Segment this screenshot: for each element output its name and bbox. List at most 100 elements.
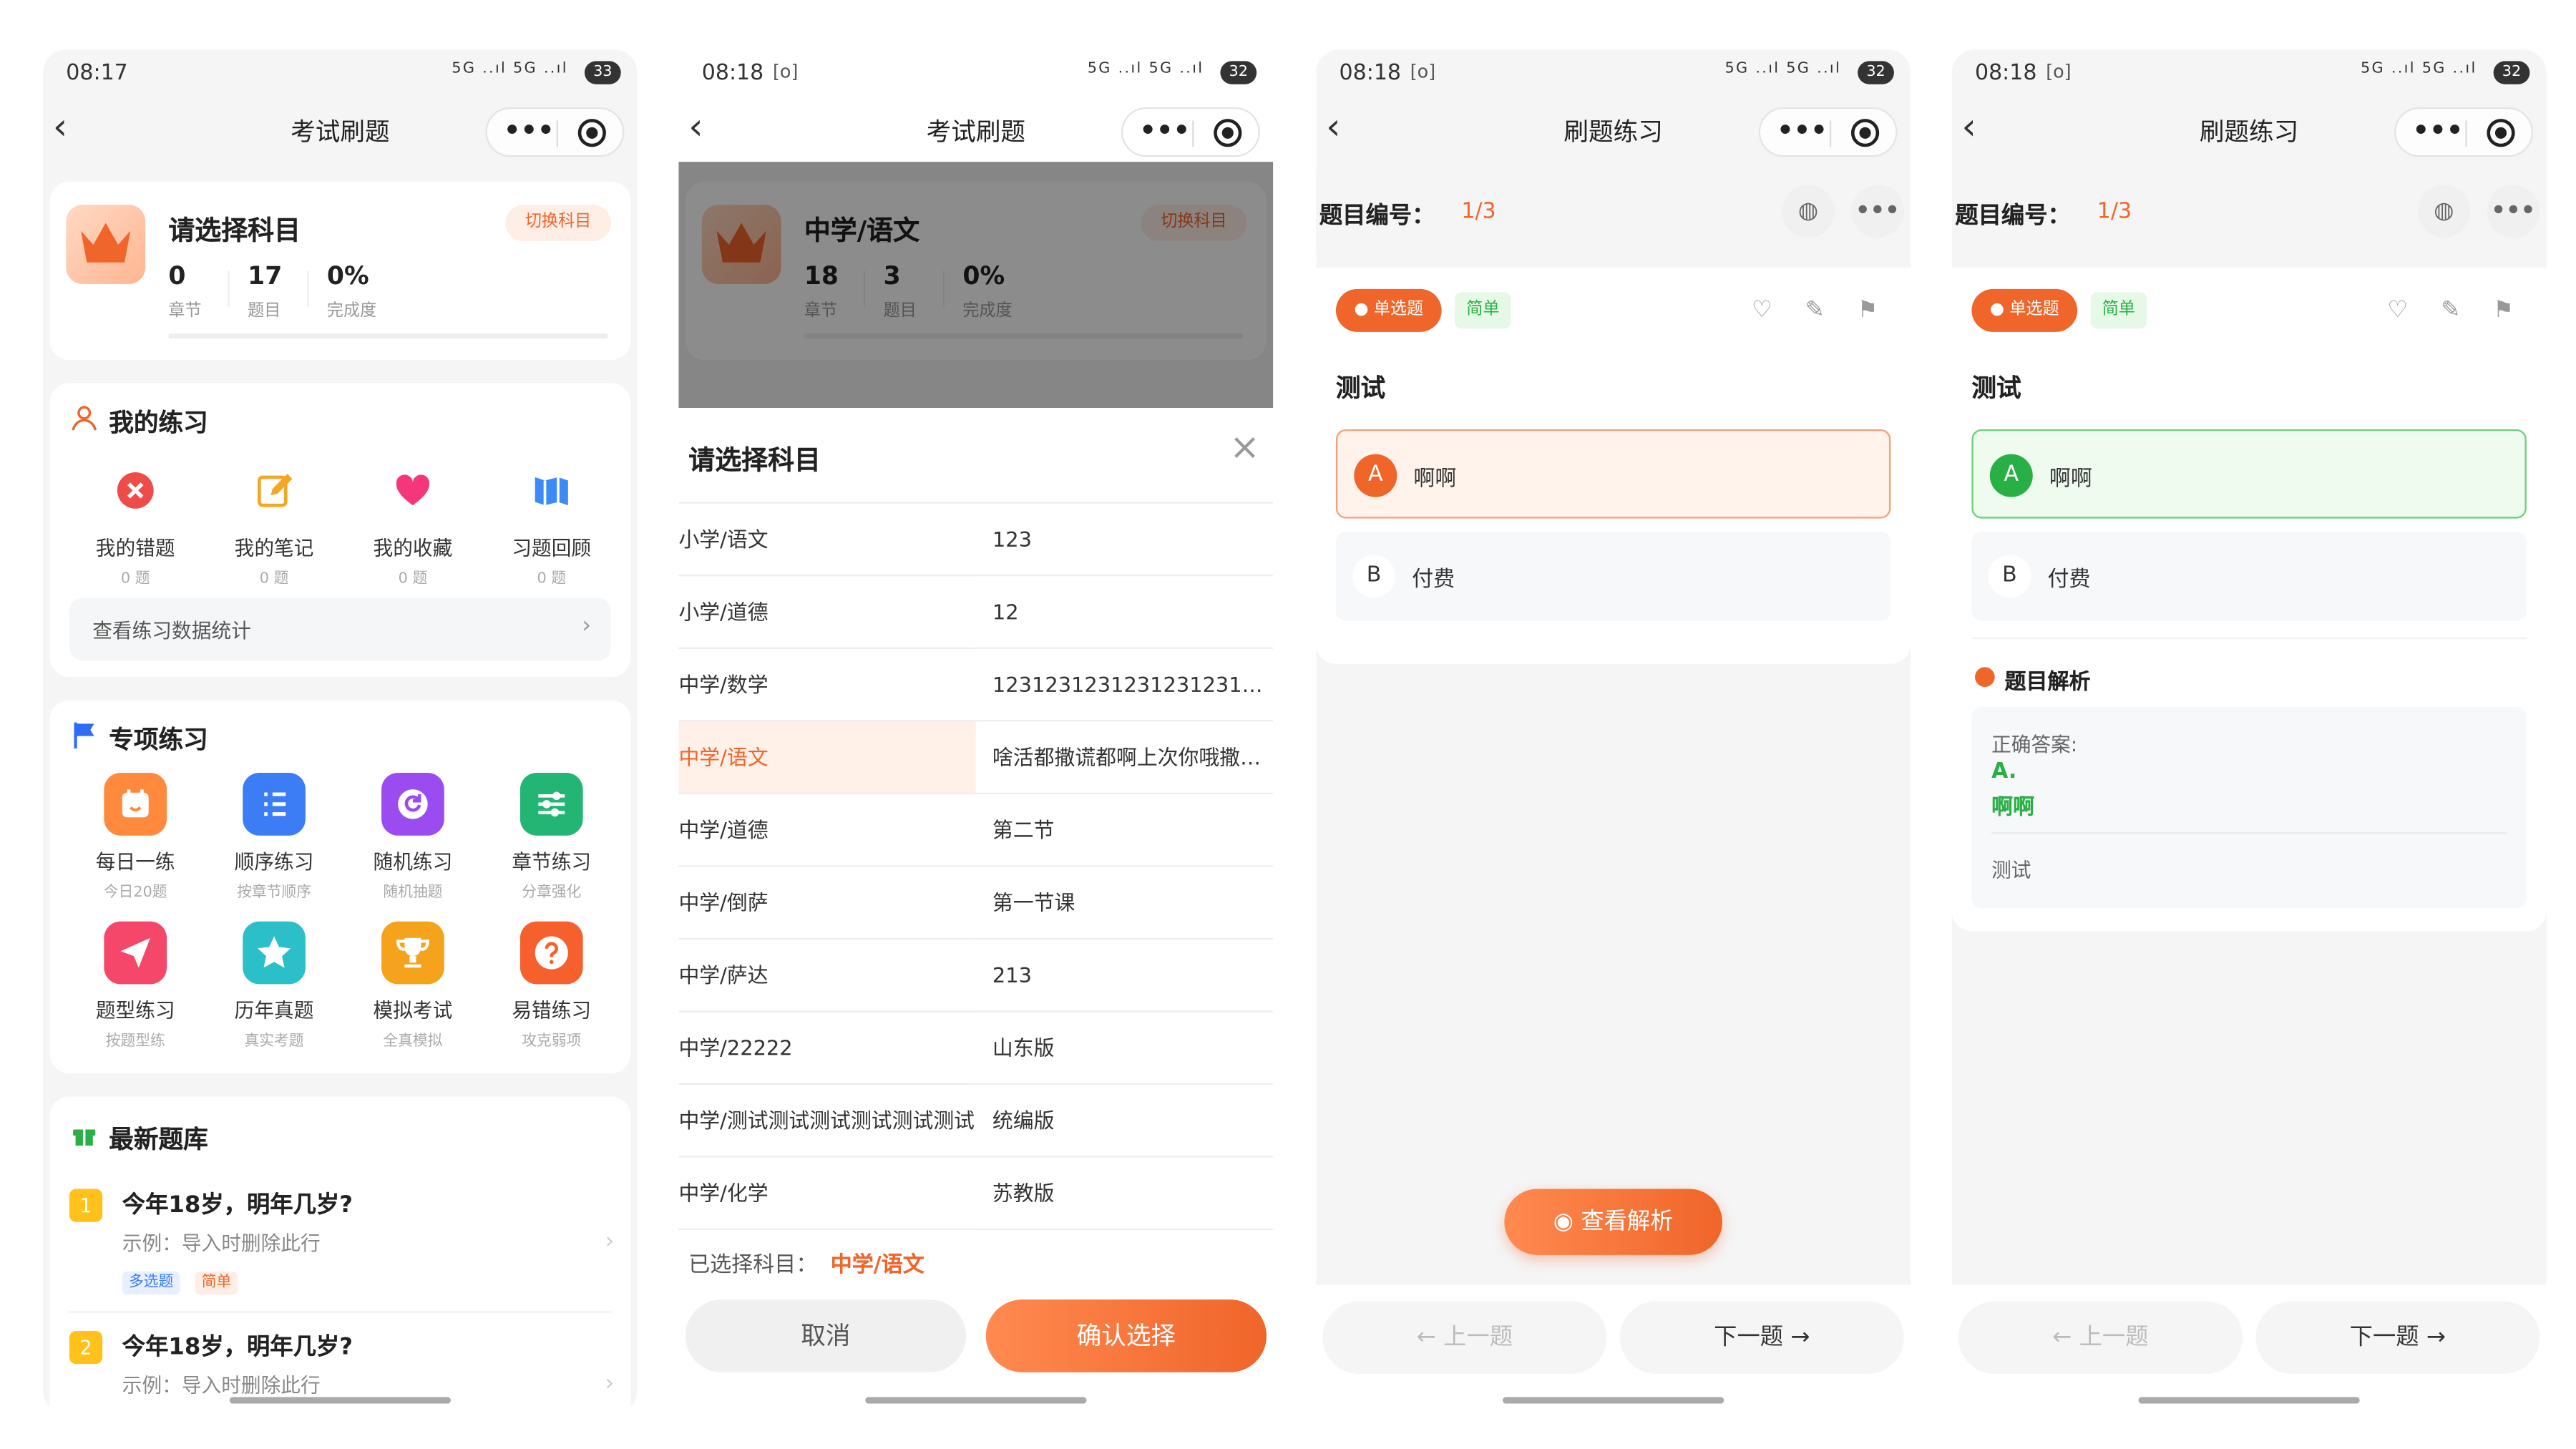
subject-item[interactable]: 啥活都撒谎都啊上次你哦撒谎都 <box>975 721 1274 795</box>
level-item[interactable]: 中学/测试测试测试测试测试测试 <box>678 1085 976 1158</box>
level-item[interactable]: 中学/化学 <box>678 1158 976 1231</box>
subject-item[interactable]: 第二节 <box>975 794 1274 867</box>
sequential-practice-item[interactable]: 顺序练习 按章节顺序 <box>208 773 341 902</box>
close-miniapp-icon[interactable] <box>1850 119 1880 147</box>
next-button[interactable]: 下一题 → <box>2255 1301 2540 1375</box>
chevron-right-icon: › <box>582 613 592 640</box>
home-indicator <box>1503 1397 1724 1404</box>
level-item[interactable]: 中学/倒萨 <box>678 867 976 940</box>
daily-practice-item[interactable]: 每日一练 今日20题 <box>69 773 202 902</box>
switch-subject-button[interactable]: 切换科目 <box>505 205 611 241</box>
signal-icon: 5G ..ıl 5G ..ıl <box>1087 61 1204 78</box>
more-icon[interactable]: ••• <box>504 114 555 145</box>
mini-capsule: ••• <box>485 107 625 157</box>
level-item[interactable]: 小学/道德 <box>678 576 976 649</box>
option-b[interactable]: B 付费 <box>1335 532 1891 621</box>
capsule-divider <box>1192 120 1194 147</box>
level-item[interactable]: 小学/语文 <box>678 504 976 577</box>
item-sub: 攻克弱项 <box>522 1033 582 1050</box>
option-b[interactable]: B 付费 <box>1971 532 2527 621</box>
latest-bank-title: 最新题库 <box>109 1124 208 1155</box>
view-analysis-button[interactable]: ◉ 查看解析 <box>1504 1189 1722 1255</box>
level-item[interactable]: 中学/数学 <box>678 649 976 722</box>
stat-questions: 17 题目 <box>248 260 283 321</box>
subject-item[interactable]: 第一节课 <box>975 867 1274 940</box>
heart-icon[interactable]: ♡ <box>2378 291 2417 330</box>
subject-title: 请选择科目 <box>168 215 301 246</box>
mini-capsule: ••• <box>2394 107 2534 157</box>
nav-bar: ‹ 考试刷题 ••• <box>678 102 1273 162</box>
selected-value: 中学/语文 <box>830 1253 924 1279</box>
status-time: 08:18 <box>1975 61 2037 87</box>
battery-icon: 32 <box>1220 61 1257 84</box>
my-notes-item[interactable]: 我的笔记 0 题 <box>208 459 341 588</box>
heart-icon[interactable]: ♡ <box>1742 291 1782 330</box>
subject-item[interactable]: 山东版 <box>975 1012 1274 1085</box>
level-item-selected[interactable]: 中学/语文 <box>678 721 976 795</box>
random-practice-item[interactable]: 随机练习 随机抽题 <box>347 773 479 902</box>
cancel-button[interactable]: 取消 <box>685 1299 967 1372</box>
close-miniapp-icon[interactable] <box>577 119 606 147</box>
analysis-text: 测试 <box>1991 859 2031 882</box>
more-icon[interactable]: ••• <box>2487 185 2540 238</box>
flag-icon[interactable]: ⚑ <box>1848 291 1887 330</box>
close-icon[interactable]: × <box>1229 428 1260 469</box>
status-bar: 08:17 5G ..ıl 5G ..ıl 33 <box>43 49 638 102</box>
mini-capsule: ••• <box>1758 107 1898 157</box>
more-icon[interactable]: ••• <box>1850 185 1904 238</box>
palette-icon[interactable]: ◍ <box>1782 185 1835 238</box>
more-icon[interactable]: ••• <box>2413 114 2464 145</box>
confirm-button[interactable]: 确认选择 <box>985 1299 1267 1372</box>
divider <box>307 270 309 308</box>
list-item[interactable]: 1 今年18岁，明年几岁? 示例：导入时删除此行 多选题 简单 › <box>66 1179 620 1312</box>
edit-icon[interactable]: ✎ <box>1795 291 1834 330</box>
analysis-dot-icon <box>1975 667 1995 688</box>
chapter-practice-item[interactable]: 章节练习 分章强化 <box>485 773 618 902</box>
capsule-divider <box>1829 120 1832 147</box>
past-exam-item[interactable]: 历年真题 真实考题 <box>208 921 341 1050</box>
subject-item[interactable]: 苏教版 <box>975 1157 1274 1231</box>
my-favorites-item[interactable]: 我的收藏 0 题 <box>347 459 479 588</box>
subject-item[interactable]: 12 <box>975 576 1274 649</box>
battery-icon: 32 <box>2493 61 2530 84</box>
subject-item[interactable]: 1231231231231231231231231 <box>975 648 1274 722</box>
subject-item[interactable]: 统编版 <box>975 1085 1274 1158</box>
level-item[interactable]: 中学/萨达 <box>678 940 976 1013</box>
difficulty-badge: 简单 <box>1455 292 1511 329</box>
level-item[interactable]: 中学/道德 <box>678 794 976 867</box>
bottom-nav: ← 上一题 下一题 → <box>1951 1284 2547 1414</box>
option-a-correct[interactable]: A 啊啊 <box>1971 429 2527 519</box>
close-miniapp-icon[interactable] <box>1214 119 1242 147</box>
item-label: 题型练习 <box>95 999 175 1023</box>
my-wrong-item[interactable]: 我的错题 0 题 <box>69 459 202 588</box>
option-a[interactable]: A 啊啊 <box>1335 429 1891 519</box>
subject-picker-sheet: 请选择科目 × 小学/语文 小学/道德 中学/数学 中学/语文 中学/道德 中学… <box>678 408 1274 1414</box>
type-practice-item[interactable]: 题型练习 按题型练 <box>69 921 202 1050</box>
prev-button[interactable]: ← 上一题 <box>1958 1301 2243 1375</box>
edit-icon[interactable]: ✎ <box>2431 291 2470 330</box>
modal-mask[interactable] <box>678 162 1274 409</box>
difficulty-badge: 简单 <box>2090 292 2147 329</box>
level-item[interactable]: 中学/22222 <box>678 1013 976 1085</box>
more-icon[interactable]: ••• <box>1777 114 1828 145</box>
prev-button[interactable]: ← 上一题 <box>1322 1301 1607 1375</box>
capsule-divider <box>2465 120 2467 147</box>
close-miniapp-icon[interactable] <box>2487 119 2515 147</box>
subject-item[interactable]: 213 <box>975 940 1274 1013</box>
question-number-value: 1/3 <box>2097 200 2132 225</box>
review-item[interactable]: 习题回顾 0 题 <box>485 459 618 588</box>
more-icon[interactable]: ••• <box>1139 114 1190 145</box>
item-label: 历年真题 <box>234 999 314 1023</box>
mistake-practice-item[interactable]: 易错练习 攻克弱项 <box>485 921 618 1050</box>
flag-icon[interactable]: ⚑ <box>2484 291 2523 330</box>
stats-link[interactable]: 查看练习数据统计 › <box>69 597 611 661</box>
analysis-box: 正确答案: A. 啊啊 测试 <box>1971 706 2527 909</box>
palette-icon[interactable]: ◍ <box>2417 185 2471 238</box>
battery-icon: 33 <box>584 61 621 84</box>
note-icon <box>243 459 306 522</box>
subject-item[interactable]: 123 <box>975 503 1274 577</box>
next-button[interactable]: 下一题 → <box>1619 1301 1904 1375</box>
mock-exam-item[interactable]: 模拟考试 全真模拟 <box>347 921 479 1050</box>
eye-icon: ◉ <box>1553 1209 1581 1236</box>
chevron-right-icon: › <box>605 1228 615 1255</box>
